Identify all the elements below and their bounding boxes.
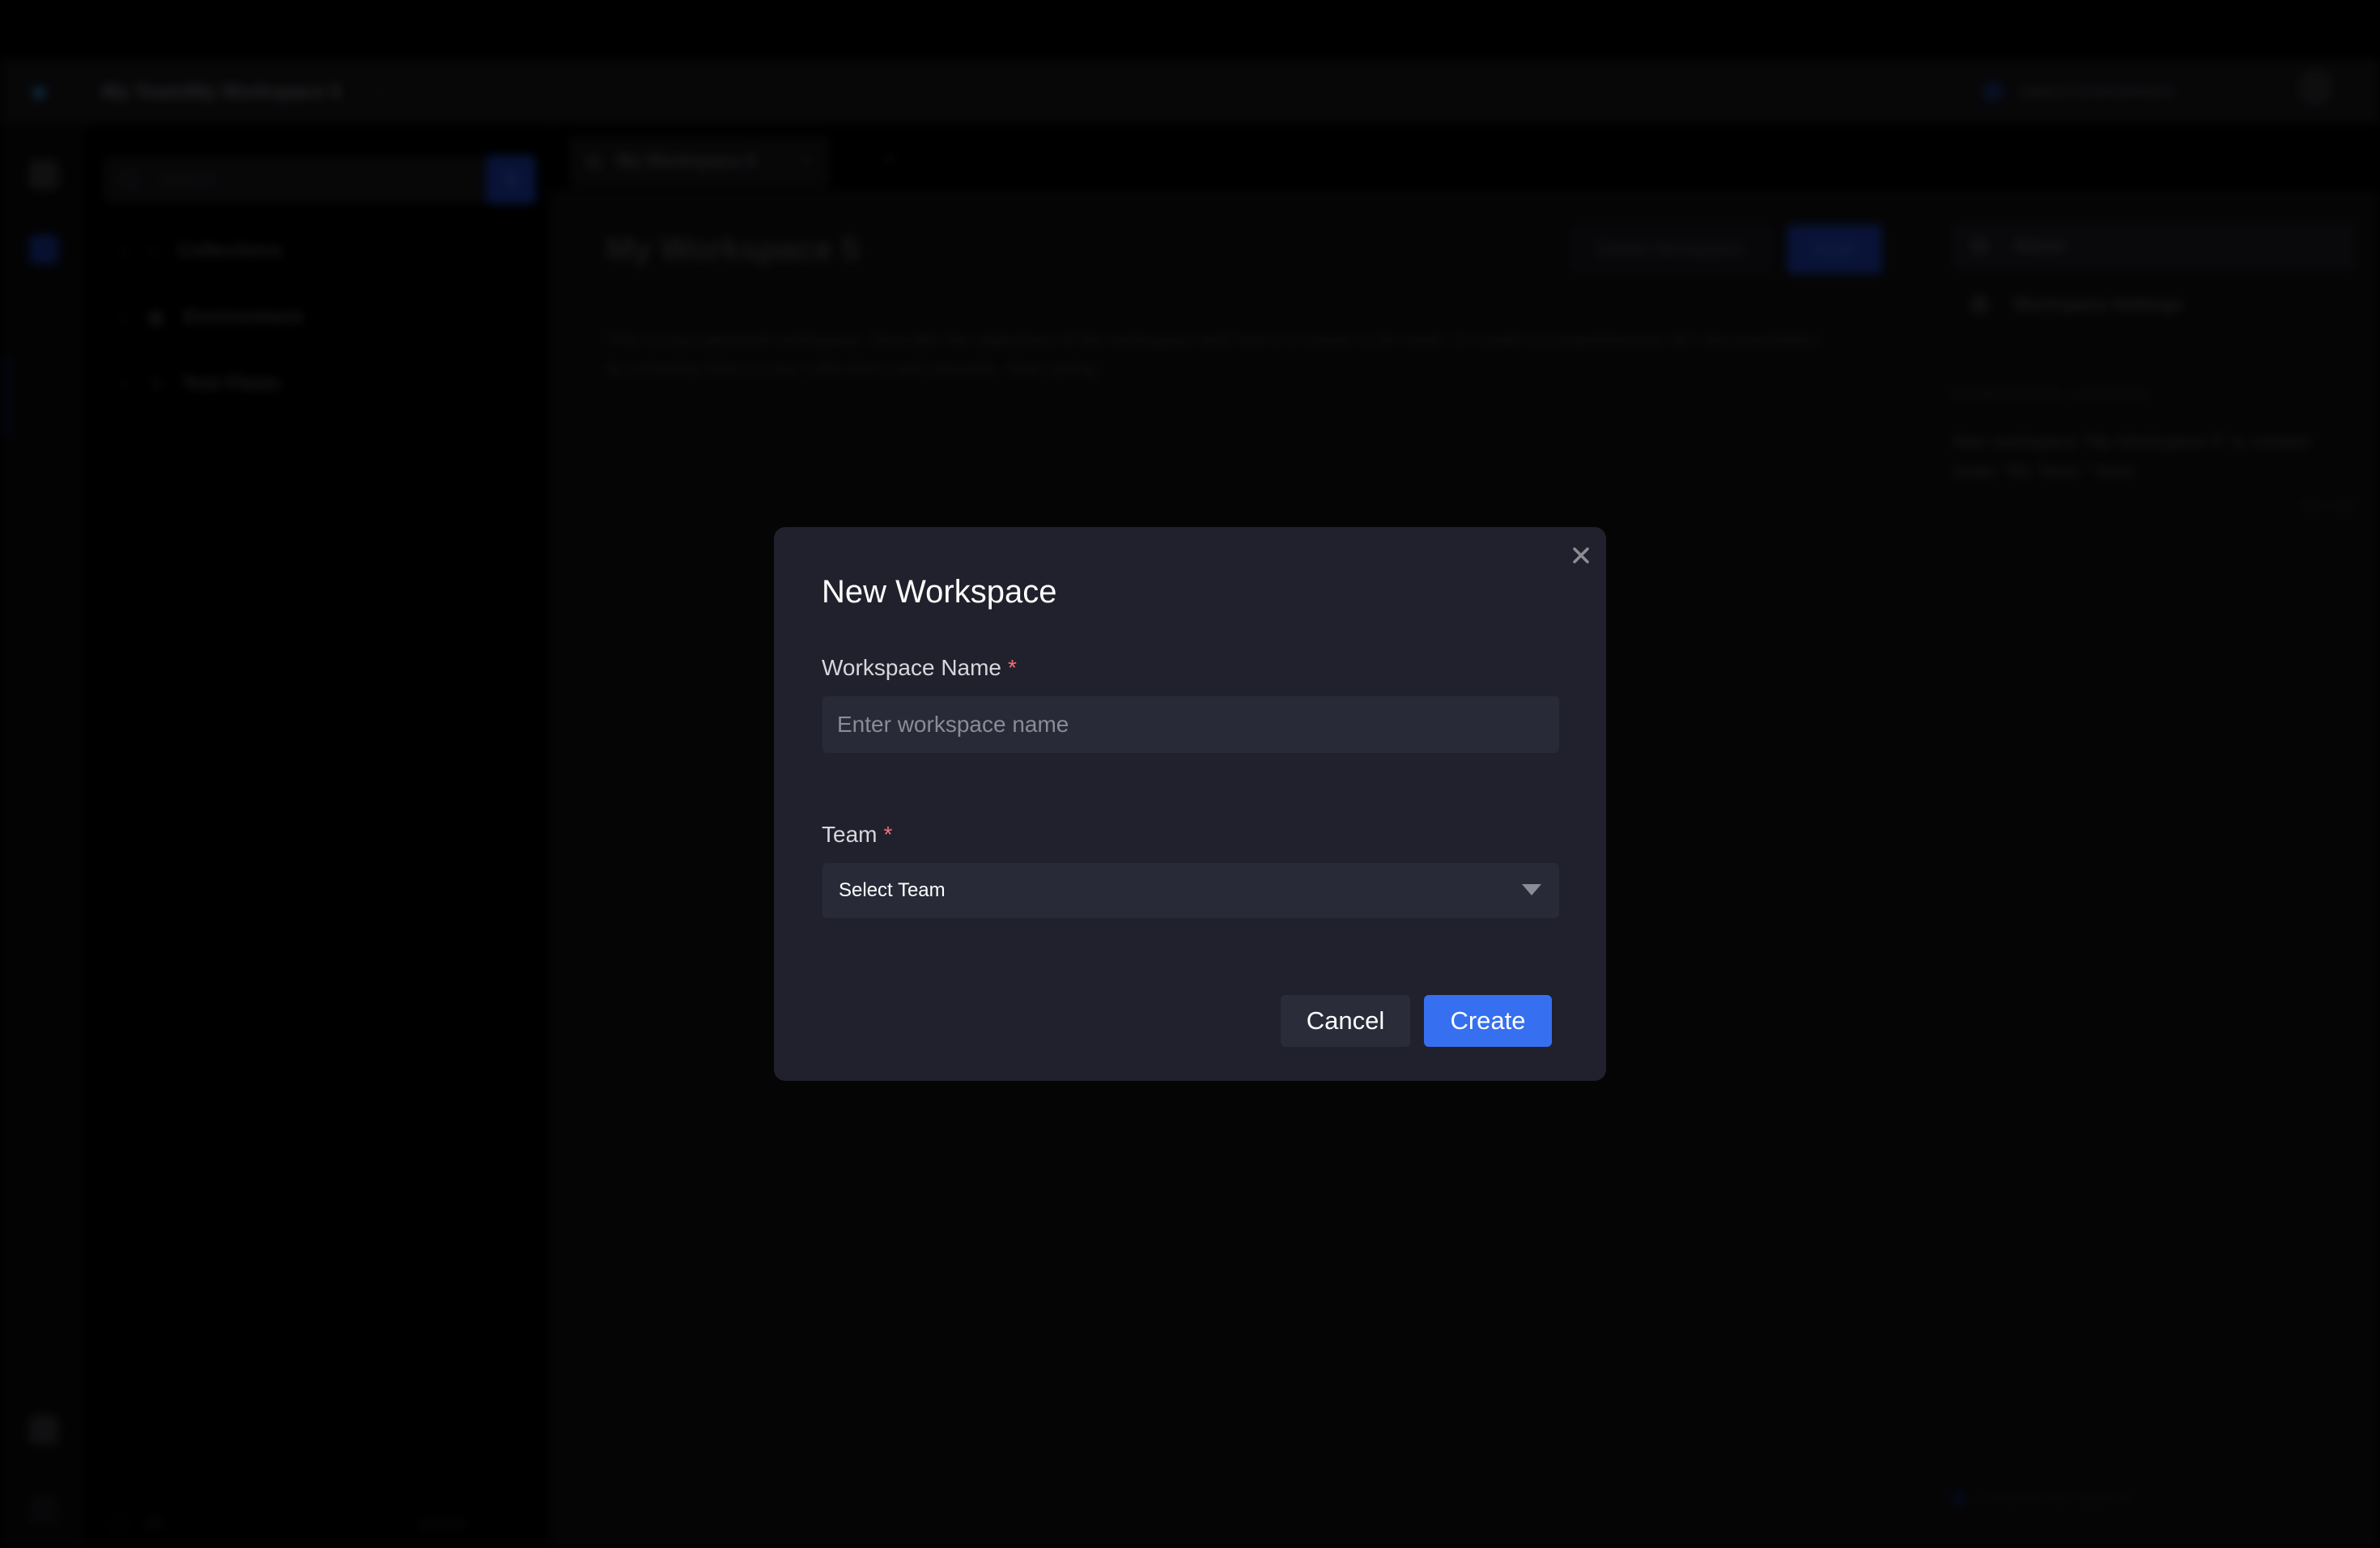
team-select-value: Select Team — [839, 879, 946, 901]
caret-down-icon — [1522, 884, 1541, 895]
cancel-button[interactable]: Cancel — [1281, 995, 1410, 1047]
create-button[interactable]: Create — [1424, 995, 1552, 1047]
dialog-title: New Workspace — [822, 574, 1057, 610]
workspace-name-input[interactable] — [822, 696, 1559, 753]
required-asterisk: * — [1008, 655, 1017, 680]
label-text: Team — [822, 822, 878, 847]
required-asterisk: * — [883, 822, 893, 847]
label-text: Workspace Name — [822, 655, 1002, 680]
team-label: Team * — [822, 822, 892, 848]
workspace-name-label: Workspace Name * — [822, 655, 1017, 681]
new-workspace-dialog: New Workspace Workspace Name* Team* Sele… — [774, 527, 1606, 1081]
team-select[interactable]: Select Team — [822, 863, 1559, 918]
close-icon[interactable] — [1567, 542, 1595, 569]
